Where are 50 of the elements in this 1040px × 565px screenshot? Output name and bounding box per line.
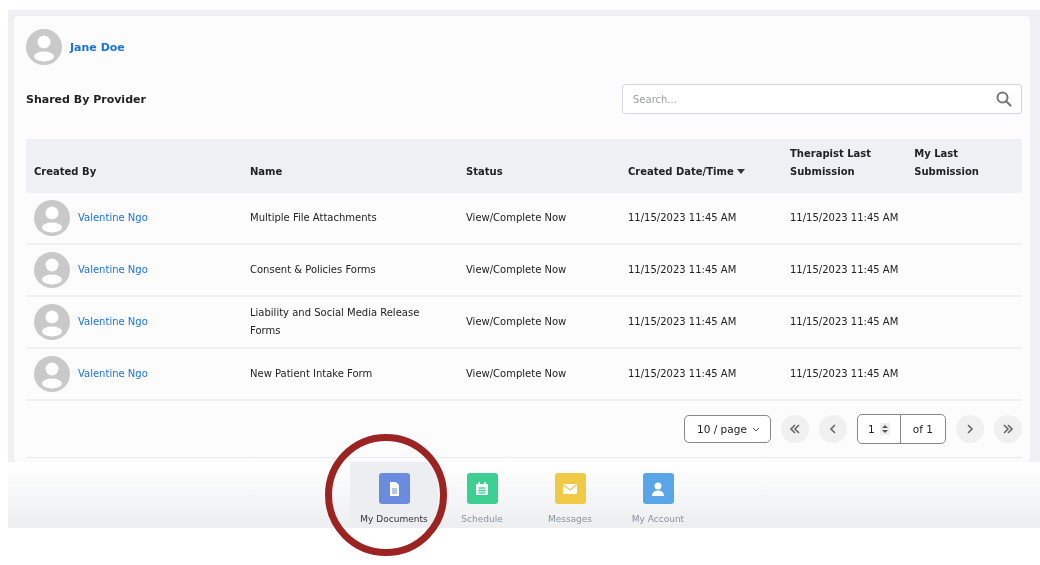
user-name-link[interactable]: Jane Doe: [70, 40, 125, 54]
avatar-icon: [34, 356, 70, 392]
table-cell: View/Complete Now: [466, 368, 567, 379]
page-size-dropdown[interactable]: 10 / page: [684, 415, 771, 443]
search-icon: [996, 91, 1012, 107]
column-header: Status: [458, 139, 620, 193]
column-header: Created By: [26, 139, 242, 193]
table-cell: 11/15/2023 11:45 AM: [628, 316, 737, 327]
nav-tab[interactable]: Messages: [526, 462, 614, 528]
page-number-field[interactable]: 1 of 1: [856, 414, 946, 444]
table-cell: 11/15/2023 11:45 AM: [790, 316, 899, 327]
column-header: Name: [242, 139, 458, 193]
next-page-icon: [964, 423, 976, 435]
nav-tab[interactable]: Schedule: [438, 462, 526, 528]
search-field[interactable]: Search...: [622, 84, 1022, 114]
table-cell: 11/15/2023 11:45 AM: [628, 368, 737, 379]
avatar-icon: [34, 252, 70, 288]
column-header: Therapist Last Submission: [782, 139, 907, 193]
first-page-icon: [788, 423, 801, 435]
table-cell: Multiple File Attachments: [250, 212, 377, 223]
table-cell: View/Complete Now: [466, 264, 567, 275]
avatar-icon: [34, 200, 70, 236]
stepper-icon: [879, 423, 890, 435]
table-cell: 11/15/2023 11:45 AM: [628, 264, 737, 275]
creator-link[interactable]: Valentine Ngo: [78, 209, 148, 227]
table-cell: 11/15/2023 11:45 AM: [790, 368, 899, 379]
table-cell: 11/15/2023 11:45 AM: [790, 264, 899, 275]
sort-caret-icon[interactable]: [736, 169, 745, 175]
table-cell: Liability and Social Media Release Forms: [250, 307, 420, 336]
table-cell: View/Complete Now: [466, 316, 567, 327]
creator-link[interactable]: Valentine Ngo: [78, 313, 148, 331]
next-page-button[interactable]: [956, 415, 984, 443]
creator-link[interactable]: Valentine Ngo: [78, 365, 148, 383]
column-header: My Last Submission: [906, 139, 1022, 193]
last-page-button[interactable]: [994, 415, 1022, 443]
avatar-icon: [34, 304, 70, 340]
nav-tab[interactable]: My Account: [614, 462, 702, 528]
creator-link[interactable]: Valentine Ngo: [78, 261, 148, 279]
chevron-down-icon: [751, 426, 760, 432]
table-cell: New Patient Intake Form: [250, 368, 373, 379]
previous-page-button[interactable]: [818, 415, 847, 443]
table-cell: 11/15/2023 11:45 AM: [790, 212, 899, 223]
column-header[interactable]: Created Date/Time: [628, 166, 734, 177]
first-page-button[interactable]: [780, 415, 809, 443]
table-cell: 11/15/2023 11:45 AM: [628, 212, 737, 223]
section-title: Shared By Provider: [26, 92, 146, 106]
table-cell: Consent & Policies Forms: [250, 264, 376, 275]
last-page-icon: [1002, 423, 1014, 435]
avatar-icon: [26, 29, 62, 65]
table-cell: View/Complete Now: [466, 212, 567, 223]
